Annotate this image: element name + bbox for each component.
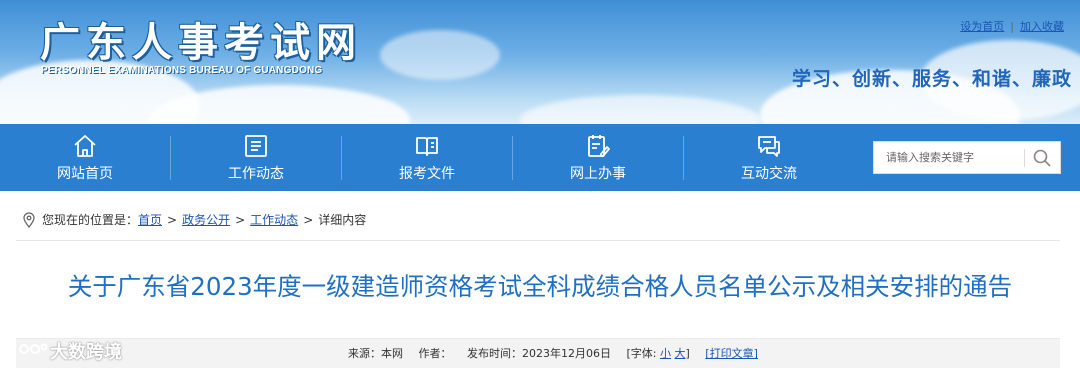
- search-icon[interactable]: [1032, 148, 1052, 168]
- watermark: 大数跨境: [8, 338, 122, 364]
- breadcrumb-current: 详细内容: [318, 213, 367, 227]
- meta-font-prefix: [字体:: [626, 347, 657, 360]
- nav-item-home[interactable]: 网站首页: [0, 124, 170, 191]
- search-input[interactable]: [874, 142, 1024, 173]
- search-box: [873, 141, 1061, 174]
- top-links: 设为首页 | 加入收藏: [960, 18, 1064, 34]
- meta-source: 来源：本网: [348, 347, 403, 360]
- location-pin-icon: [23, 211, 35, 228]
- site-logo-chinese[interactable]: 广东人事考试网: [40, 10, 362, 68]
- print-article-link[interactable]: [打印文章]: [705, 347, 758, 360]
- nav-item-work-news[interactable]: 工作动态: [171, 124, 341, 191]
- set-homepage-link[interactable]: 设为首页: [960, 20, 1004, 33]
- breadcrumb-link-work-news[interactable]: 工作动态: [250, 211, 298, 228]
- article-title: 关于广东省2023年度一级建造师资格考试全科成绩合格人员名单公示及相关安排的通告: [67, 272, 1013, 301]
- add-favorite-link[interactable]: 加入收藏: [1020, 20, 1064, 33]
- meta-font-suffix: ]: [685, 347, 690, 360]
- nav-label: 互动交流: [741, 165, 797, 182]
- nav-item-exam-docs[interactable]: 报考文件: [342, 124, 512, 191]
- site-logo-english: PERSONNEL EXAMINATIONS BUREAU OF GUANGDO…: [41, 65, 323, 76]
- font-large-link[interactable]: 大: [675, 347, 686, 360]
- nav-label: 工作动态: [228, 165, 284, 182]
- nav-item-online-services[interactable]: 网上办事: [513, 124, 683, 191]
- news-icon: [245, 134, 267, 157]
- header-banner: 广东人事考试网 PERSONNEL EXAMINATIONS BUREAU OF…: [0, 0, 1080, 124]
- breadcrumb-arrow: >: [167, 212, 178, 227]
- book-icon: [416, 136, 438, 156]
- article-meta: 来源：本网 作者： 发布时间：2023年12月06日 [字体: 小 大] [打印…: [348, 345, 758, 361]
- cloud-decoration: [380, 30, 500, 80]
- breadcrumb-arrow: >: [303, 212, 314, 227]
- clipboard-edit-icon: [588, 134, 610, 157]
- watermark-logo-icon: [10, 343, 48, 360]
- breadcrumb-link-home[interactable]: 首页: [138, 211, 162, 228]
- nav-item-interaction[interactable]: 互动交流: [684, 124, 854, 191]
- font-small-link[interactable]: 小: [660, 347, 671, 360]
- site-slogan: 学习、创新、服务、和谐、廉政: [791, 68, 1072, 90]
- meta-author: 作者：: [418, 347, 452, 360]
- breadcrumb: 您现在的位置是： 首页 > 政务公开 > 工作动态 > 详细内容: [22, 211, 366, 228]
- chat-icon: [758, 135, 780, 157]
- top-links-separator: |: [1010, 20, 1014, 33]
- watermark-text: 大数跨境: [50, 342, 122, 363]
- nav-label: 报考文件: [399, 165, 455, 182]
- divider: [16, 240, 1060, 241]
- nav-label: 网上办事: [570, 165, 626, 182]
- breadcrumb-prefix: 您现在的位置是：: [42, 213, 139, 227]
- cloud-decoration: [520, 95, 760, 124]
- breadcrumb-arrow: >: [235, 212, 246, 227]
- search-separator: [1024, 149, 1025, 167]
- breadcrumb-link-government-affairs[interactable]: 政务公开: [182, 211, 230, 228]
- meta-date: 发布时间：2023年12月06日: [467, 347, 611, 360]
- nav-label: 网站首页: [57, 165, 113, 182]
- home-icon: [74, 134, 96, 157]
